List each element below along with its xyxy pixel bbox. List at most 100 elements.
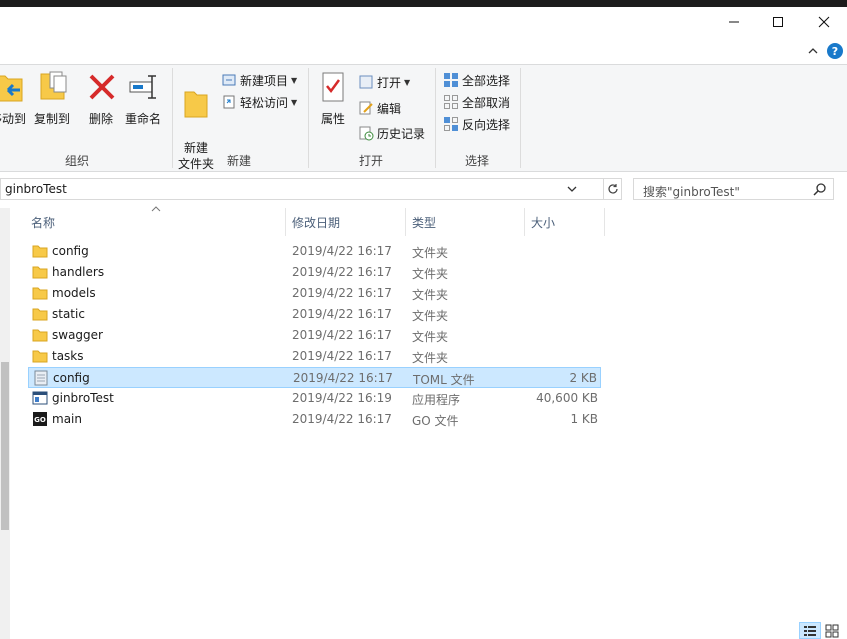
dropdown-caret-icon: ▼ bbox=[291, 75, 298, 85]
file-type: TOML 文件 bbox=[413, 373, 475, 387]
group-label-organize: 组织 bbox=[64, 154, 89, 168]
group-separator bbox=[435, 68, 436, 168]
open-icon bbox=[359, 75, 373, 89]
nav-pane-scrollbar[interactable] bbox=[0, 208, 10, 639]
chevron-down-icon bbox=[567, 186, 577, 192]
file-type: 文件夹 bbox=[412, 351, 449, 365]
column-header-date[interactable]: 修改日期 bbox=[292, 208, 405, 236]
file-row[interactable]: config 2019/4/22 16:17 TOML 文件 2 KB bbox=[28, 367, 601, 388]
file-modified-date: 2019/4/22 16:19 bbox=[292, 391, 392, 405]
easy-access-icon bbox=[223, 95, 235, 109]
move-to-button[interactable]: 移动到 bbox=[0, 70, 30, 127]
minimize-icon bbox=[729, 21, 739, 23]
move-to-icon bbox=[0, 75, 23, 102]
file-row[interactable]: config 2019/4/22 16:17 文件夹 bbox=[28, 241, 601, 262]
address-bar[interactable]: ginbroTest bbox=[0, 178, 604, 200]
file-type: GO 文件 bbox=[412, 414, 459, 428]
maximize-icon bbox=[773, 17, 783, 27]
file-type: 文件夹 bbox=[412, 309, 449, 323]
column-header-name[interactable]: 名称 bbox=[31, 208, 285, 236]
file-type: 文件夹 bbox=[412, 330, 449, 344]
new-item-button[interactable]: 新建项目 ▼ bbox=[221, 70, 297, 90]
file-row[interactable]: handlers 2019/4/22 16:17 文件夹 bbox=[28, 262, 601, 283]
delete-button[interactable]: 删除 bbox=[86, 70, 116, 127]
group-separator bbox=[520, 68, 521, 168]
file-modified-date: 2019/4/22 16:17 bbox=[292, 265, 392, 279]
file-name: main bbox=[52, 412, 82, 426]
history-button[interactable]: 历史记录 bbox=[358, 123, 425, 143]
column-divider[interactable] bbox=[285, 208, 286, 236]
folder-icon bbox=[32, 350, 48, 363]
group-label-open: 打开 bbox=[358, 154, 383, 168]
select-all-icon bbox=[444, 73, 458, 87]
delete-icon bbox=[89, 74, 115, 100]
file-size: 1 KB bbox=[570, 412, 598, 426]
new-folder-icon bbox=[184, 91, 208, 118]
file-name: tasks bbox=[52, 349, 84, 363]
file-type: 应用程序 bbox=[412, 393, 461, 407]
new-folder-button[interactable]: 新建 文件夹 bbox=[176, 70, 216, 172]
rename-button[interactable]: 重命名 bbox=[122, 70, 164, 127]
group-separator bbox=[172, 68, 173, 168]
file-modified-date: 2019/4/22 16:17 bbox=[292, 349, 392, 363]
maximize-button[interactable] bbox=[755, 7, 801, 37]
file-modified-date: 2019/4/22 16:17 bbox=[292, 307, 392, 321]
easy-access-button[interactable]: 轻松访问 ▼ bbox=[221, 92, 297, 112]
select-none-icon bbox=[444, 95, 458, 109]
invert-selection-button[interactable]: 反向选择 bbox=[443, 114, 510, 134]
refresh-button[interactable] bbox=[604, 178, 622, 200]
file-type: 文件夹 bbox=[412, 246, 449, 260]
details-view-icon bbox=[804, 626, 816, 636]
column-divider[interactable] bbox=[405, 208, 406, 236]
group-label-select: 选择 bbox=[464, 154, 489, 168]
search-input[interactable]: 搜索"ginbroTest" bbox=[643, 183, 740, 200]
open-button[interactable]: 打开 ▼ bbox=[358, 72, 410, 92]
dropdown-caret-icon: ▼ bbox=[404, 77, 411, 87]
file-modified-date: 2019/4/22 16:17 bbox=[292, 244, 392, 258]
file-name: ginbroTest bbox=[52, 391, 114, 405]
history-icon bbox=[359, 126, 374, 141]
help-icon[interactable]: ? bbox=[827, 43, 843, 59]
address-history-dropdown[interactable] bbox=[563, 179, 581, 199]
search-icon[interactable] bbox=[813, 182, 827, 196]
address-path: ginbroTest bbox=[5, 182, 67, 196]
file-row[interactable]: static 2019/4/22 16:17 文件夹 bbox=[28, 304, 601, 325]
select-none-button[interactable]: 全部取消 bbox=[443, 92, 510, 112]
group-separator bbox=[308, 68, 309, 168]
view-mode-buttons bbox=[799, 622, 839, 639]
close-button[interactable] bbox=[801, 7, 847, 37]
select-all-button[interactable]: 全部选择 bbox=[443, 70, 510, 90]
folder-icon bbox=[32, 308, 48, 321]
large-icons-view-icon bbox=[825, 624, 839, 638]
file-name: config bbox=[53, 371, 90, 385]
file-row[interactable]: models 2019/4/22 16:17 文件夹 bbox=[28, 283, 601, 304]
nav-pane-scroll-thumb[interactable] bbox=[1, 362, 9, 530]
svg-text:GO: GO bbox=[34, 416, 46, 424]
folder-icon bbox=[32, 266, 48, 279]
minimize-button[interactable] bbox=[711, 7, 757, 37]
file-row[interactable]: ginbroTest 2019/4/22 16:19 应用程序 40,600 KB bbox=[28, 388, 601, 409]
file-row[interactable]: GO main 2019/4/22 16:17 GO 文件 1 KB bbox=[28, 409, 601, 430]
file-modified-date: 2019/4/22 16:17 bbox=[292, 328, 392, 342]
file-modified-date: 2019/4/22 16:17 bbox=[293, 371, 393, 385]
collapse-ribbon-chevron-icon[interactable] bbox=[806, 44, 820, 58]
copy-to-icon bbox=[40, 71, 67, 100]
close-icon bbox=[818, 16, 830, 28]
file-row[interactable]: swagger 2019/4/22 16:17 文件夹 bbox=[28, 325, 601, 346]
properties-icon bbox=[322, 72, 344, 102]
properties-button[interactable]: 属性 bbox=[318, 70, 348, 127]
column-divider[interactable] bbox=[604, 208, 605, 236]
file-name: static bbox=[52, 307, 85, 321]
column-header-type[interactable]: 类型 bbox=[412, 208, 524, 236]
dropdown-caret-icon: ▼ bbox=[291, 97, 298, 107]
copy-to-button[interactable]: 复制到 bbox=[31, 70, 73, 127]
column-divider[interactable] bbox=[524, 208, 525, 236]
file-modified-date: 2019/4/22 16:17 bbox=[292, 412, 392, 426]
edit-button[interactable]: 编辑 bbox=[358, 98, 401, 118]
column-header-size[interactable]: 大小 bbox=[531, 208, 604, 236]
group-label-new: 新建 bbox=[226, 154, 251, 168]
file-name: handlers bbox=[52, 265, 105, 279]
search-box[interactable]: 搜索"ginbroTest" bbox=[633, 178, 834, 200]
file-row[interactable]: tasks 2019/4/22 16:17 文件夹 bbox=[28, 346, 601, 367]
file-size: 2 KB bbox=[569, 371, 597, 385]
